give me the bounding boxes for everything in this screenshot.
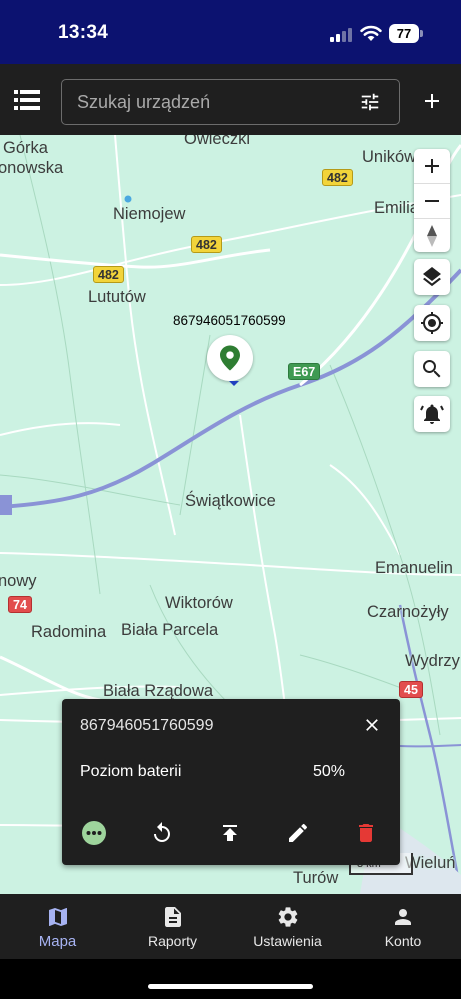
search-icon bbox=[423, 360, 441, 378]
plus-icon bbox=[425, 159, 439, 173]
nav-item-map[interactable]: Mapa bbox=[0, 894, 115, 959]
alarm-bell-icon bbox=[420, 404, 444, 424]
device-marker-label: 867946051760599 bbox=[173, 313, 286, 328]
zoom-out-button[interactable] bbox=[414, 184, 450, 218]
battery-level-value: 50% bbox=[313, 763, 346, 780]
nav-label: Konto bbox=[384, 933, 422, 949]
wifi-icon bbox=[360, 25, 382, 41]
publish-icon bbox=[223, 825, 237, 841]
road-shield: 482 bbox=[191, 236, 222, 253]
road-shield: 482 bbox=[322, 169, 353, 186]
compass-icon bbox=[427, 225, 437, 247]
popup-device-id: 867946051760599 bbox=[80, 717, 214, 734]
nav-item-account[interactable]: Konto bbox=[345, 894, 461, 959]
my-location-icon bbox=[421, 312, 443, 334]
map-search-button[interactable] bbox=[414, 351, 450, 387]
status-time: 13:34 bbox=[58, 22, 109, 43]
notifications-button[interactable] bbox=[414, 396, 450, 432]
refresh-button[interactable] bbox=[149, 820, 175, 846]
direction-indicator bbox=[229, 381, 239, 386]
nav-label: Mapa bbox=[38, 933, 77, 950]
place-label: Wydrzy bbox=[405, 652, 460, 670]
edit-icon bbox=[289, 823, 308, 842]
cellular-signal-icon bbox=[330, 28, 352, 42]
search-input[interactable] bbox=[77, 80, 347, 124]
person-icon bbox=[395, 909, 411, 925]
compass-button[interactable] bbox=[414, 219, 450, 253]
location-pin-icon bbox=[220, 345, 240, 371]
description-icon bbox=[164, 907, 181, 927]
place-label: Świątkowice bbox=[185, 492, 276, 510]
more-details-button[interactable] bbox=[81, 820, 107, 846]
edit-button[interactable] bbox=[285, 820, 311, 846]
minus-icon bbox=[425, 200, 439, 202]
home-indicator[interactable] bbox=[148, 984, 313, 989]
zoom-in-button[interactable] bbox=[414, 149, 450, 183]
place-label: Górka bbox=[3, 139, 48, 157]
layers-icon bbox=[423, 267, 441, 287]
battery-icon: 77 bbox=[389, 24, 423, 43]
settings-icon bbox=[278, 907, 297, 927]
status-bar: 13:34 77 bbox=[0, 0, 461, 64]
road-shield: E67 bbox=[288, 363, 321, 380]
place-label: Niemojew bbox=[113, 205, 186, 223]
place-label: Turów bbox=[293, 869, 339, 887]
road-shield: 74 bbox=[8, 596, 32, 613]
nav-label: Ustawienia bbox=[253, 933, 322, 949]
top-app-bar bbox=[0, 64, 461, 135]
device-marker[interactable] bbox=[207, 335, 253, 381]
search-box bbox=[61, 79, 400, 125]
more-horiz-icon bbox=[82, 821, 106, 845]
nav-item-reports[interactable]: Raporty bbox=[115, 894, 230, 959]
send-command-button[interactable] bbox=[217, 820, 243, 846]
battery-level: 77 bbox=[389, 24, 419, 43]
map-icon bbox=[48, 908, 67, 926]
place-label: Lututów bbox=[88, 288, 146, 306]
road-shield: 45 bbox=[399, 681, 423, 698]
bottom-navigation: Mapa Raporty Ustawienia Konto bbox=[0, 894, 461, 959]
place-label: Emilia bbox=[374, 199, 419, 217]
replay-icon bbox=[154, 822, 170, 842]
place-label: Biała Parcela bbox=[121, 621, 219, 639]
place-label: nowy bbox=[0, 572, 37, 590]
place-label: Wiktorów bbox=[165, 594, 233, 612]
nav-item-settings[interactable]: Ustawienia bbox=[230, 894, 345, 959]
battery-level-label: Poziom baterii bbox=[80, 763, 182, 780]
nav-label: Raporty bbox=[147, 933, 198, 949]
home-area bbox=[0, 959, 461, 999]
device-info-popup: 867946051760599 Poziom baterii 50% bbox=[62, 699, 400, 865]
zoom-controls bbox=[414, 149, 450, 252]
place-label: Radomina bbox=[31, 623, 107, 641]
delete-icon bbox=[359, 824, 373, 842]
close-icon[interactable] bbox=[362, 715, 382, 735]
place-label: onowska bbox=[0, 159, 64, 177]
filter-tune-icon[interactable] bbox=[359, 91, 381, 113]
delete-button[interactable] bbox=[353, 820, 379, 846]
place-label: Owieczki bbox=[184, 135, 251, 148]
device-list-icon[interactable] bbox=[14, 89, 40, 111]
road-shield: 482 bbox=[93, 266, 124, 283]
place-label: Uników bbox=[362, 148, 417, 166]
add-device-icon[interactable] bbox=[420, 89, 444, 113]
place-label: Emanuelin bbox=[375, 559, 453, 577]
place-label: Czarnożyły bbox=[367, 603, 449, 621]
locate-button[interactable] bbox=[414, 305, 450, 341]
layers-button[interactable] bbox=[414, 259, 450, 295]
